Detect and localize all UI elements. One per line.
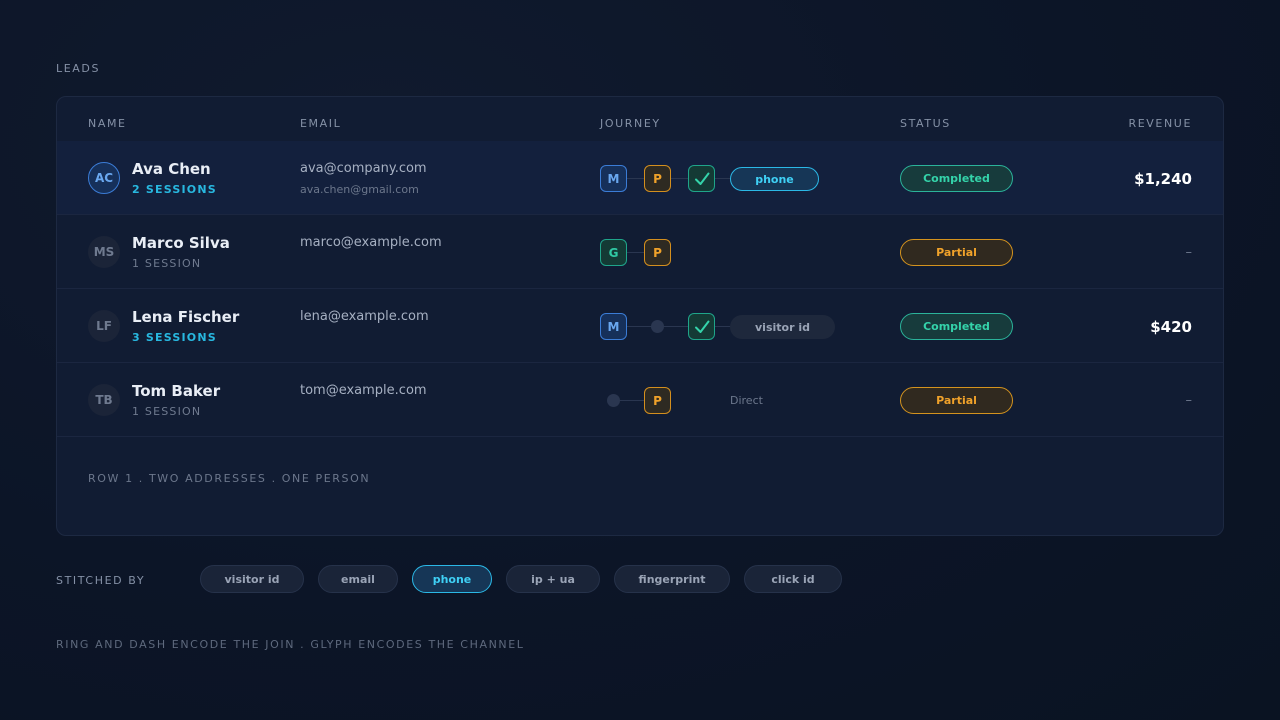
lead-email: marco@example.com bbox=[300, 235, 442, 250]
lead-email: tom@example.com bbox=[300, 383, 427, 398]
revenue-value: $1,240 bbox=[1134, 170, 1192, 188]
channel-badge: phone bbox=[730, 167, 819, 191]
lead-name[interactable]: Lena Fischer bbox=[132, 308, 239, 326]
checkmark-icon[interactable] bbox=[688, 313, 715, 340]
journey-step-meta[interactable]: M bbox=[600, 313, 627, 340]
lead-name[interactable]: Tom Baker bbox=[132, 382, 220, 400]
step-dot-icon bbox=[651, 320, 664, 333]
journey-step-google[interactable]: G bbox=[600, 239, 627, 266]
lead-email: ava@company.com bbox=[300, 161, 427, 176]
column-header-name[interactable]: NAME bbox=[88, 117, 127, 130]
lead-name[interactable]: Ava Chen bbox=[132, 160, 211, 178]
revenue-value: – bbox=[1185, 393, 1193, 408]
table-footnote: ROW 1 . TWO ADDRESSES . ONE PERSON bbox=[88, 472, 371, 485]
table-row[interactable]: TB Tom Baker 1 SESSION tom@example.com P… bbox=[57, 363, 1223, 437]
journey-track: P Direct bbox=[600, 387, 900, 415]
revenue-value: – bbox=[1185, 245, 1193, 260]
column-header-journey[interactable]: JOURNEY bbox=[600, 117, 661, 130]
stitch-pill-email[interactable]: email bbox=[318, 565, 398, 593]
table-header: NAME EMAIL JOURNEY STATUS REVENUE bbox=[57, 97, 1223, 141]
lead-email: lena@example.com bbox=[300, 309, 429, 324]
status-badge: Completed bbox=[900, 313, 1013, 340]
stitch-pill-visitor-id[interactable]: visitor id bbox=[200, 565, 304, 593]
stitch-pill-phone[interactable]: phone bbox=[412, 565, 492, 593]
table-row[interactable]: AC Ava Chen 2 SESSIONS ava@company.com a… bbox=[57, 141, 1223, 215]
table-row[interactable]: MS Marco Silva 1 SESSION marco@example.c… bbox=[57, 215, 1223, 289]
lead-name[interactable]: Marco Silva bbox=[132, 234, 230, 252]
session-count: 2 SESSIONS bbox=[132, 183, 217, 196]
avatar: TB bbox=[88, 384, 120, 416]
column-header-revenue[interactable]: REVENUE bbox=[1129, 117, 1193, 130]
checkmark-icon[interactable] bbox=[688, 165, 715, 192]
journey-step-meta[interactable]: M bbox=[600, 165, 627, 192]
status-badge: Partial bbox=[900, 387, 1013, 414]
legend-caption: RING AND DASH ENCODE THE JOIN . GLYPH EN… bbox=[56, 638, 525, 651]
journey-track: G P bbox=[600, 239, 900, 267]
session-count: 3 SESSIONS bbox=[132, 331, 217, 344]
status-badge: Completed bbox=[900, 165, 1013, 192]
avatar: LF bbox=[88, 310, 120, 342]
step-dot-icon bbox=[607, 394, 620, 407]
stitched-by-label: STITCHED BY bbox=[56, 574, 146, 587]
leads-table: NAME EMAIL JOURNEY STATUS REVENUE AC Ava… bbox=[56, 96, 1224, 536]
session-count: 1 SESSION bbox=[132, 257, 202, 270]
column-header-status[interactable]: STATUS bbox=[900, 117, 951, 130]
journey-step-paid[interactable]: P bbox=[644, 239, 671, 266]
status-badge: Partial bbox=[900, 239, 1013, 266]
session-count: 1 SESSION bbox=[132, 405, 202, 418]
stitch-pill-fingerprint[interactable]: fingerprint bbox=[614, 565, 730, 593]
column-header-email[interactable]: EMAIL bbox=[300, 117, 341, 130]
avatar: MS bbox=[88, 236, 120, 268]
journey-step-paid[interactable]: P bbox=[644, 387, 671, 414]
journey-track: M visitor id bbox=[600, 313, 900, 341]
journey-track: M P phone bbox=[600, 165, 900, 193]
revenue-value: $420 bbox=[1150, 318, 1192, 336]
stitch-pill-click-id[interactable]: click id bbox=[744, 565, 842, 593]
channel-badge: visitor id bbox=[730, 315, 835, 339]
table-row[interactable]: LF Lena Fischer 3 SESSIONS lena@example.… bbox=[57, 289, 1223, 363]
stitch-pill-ip-ua[interactable]: ip + ua bbox=[506, 565, 600, 593]
journey-step-paid[interactable]: P bbox=[644, 165, 671, 192]
avatar: AC bbox=[88, 162, 120, 194]
lead-email-alt: ava.chen@gmail.com bbox=[300, 183, 419, 196]
channel-label: Direct bbox=[730, 394, 763, 407]
section-title: LEADS bbox=[56, 62, 101, 75]
